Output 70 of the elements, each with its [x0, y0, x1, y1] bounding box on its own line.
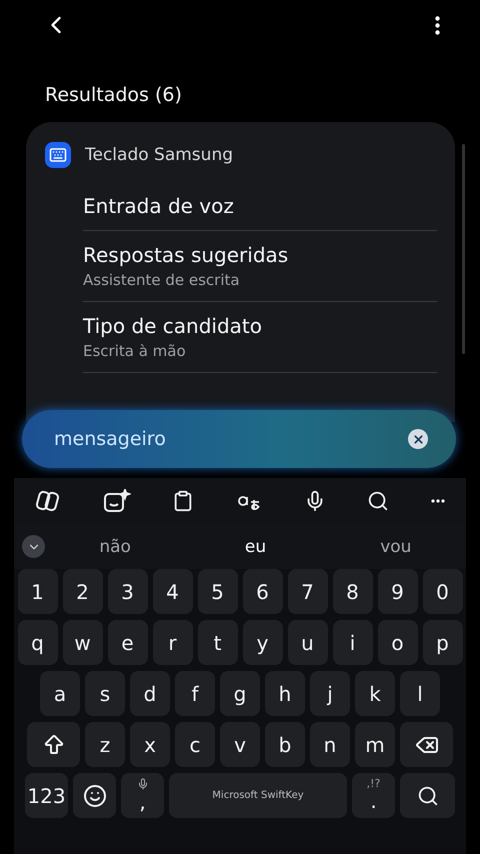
key[interactable]: o: [378, 620, 418, 665]
key[interactable]: l: [400, 671, 440, 716]
key[interactable]: w: [62, 620, 102, 665]
key[interactable]: v: [220, 722, 260, 767]
collapse-button[interactable]: [22, 535, 45, 558]
sparkle-face-icon: [102, 489, 131, 513]
key[interactable]: c: [175, 722, 215, 767]
key[interactable]: g: [220, 671, 260, 716]
key[interactable]: j: [310, 671, 350, 716]
key[interactable]: 2: [62, 569, 102, 614]
key[interactable]: r: [152, 620, 192, 665]
key[interactable]: 9: [378, 569, 418, 614]
close-icon: [412, 432, 424, 446]
more-options-button[interactable]: [435, 16, 440, 34]
search-icon: [416, 784, 438, 806]
space-key[interactable]: Microsoft SwiftKey: [169, 773, 347, 818]
search-input[interactable]: mensageiro: [52, 427, 408, 451]
key[interactable]: 6: [242, 569, 282, 614]
more-icon: [431, 499, 446, 503]
key[interactable]: q: [18, 620, 58, 665]
key[interactable]: b: [265, 722, 305, 767]
key[interactable]: n: [310, 722, 350, 767]
search-key[interactable]: [400, 773, 455, 818]
backspace-key[interactable]: [400, 722, 453, 767]
word-suggestion[interactable]: não: [45, 536, 186, 558]
key[interactable]: d: [130, 671, 170, 716]
key[interactable]: a: [40, 671, 80, 716]
key[interactable]: x: [130, 722, 170, 767]
mic-icon: [136, 778, 148, 790]
key[interactable]: e: [108, 620, 148, 665]
copilot-button[interactable]: [34, 489, 61, 513]
key[interactable]: u: [288, 620, 328, 665]
shift-key[interactable]: [27, 722, 80, 767]
comma-key[interactable]: ,: [121, 773, 164, 818]
key[interactable]: 0: [422, 569, 462, 614]
key[interactable]: 7: [288, 569, 328, 614]
key[interactable]: z: [85, 722, 125, 767]
search-field[interactable]: mensageiro: [22, 410, 456, 468]
period-key[interactable]: ,!? .: [352, 773, 395, 818]
key[interactable]: h: [265, 671, 305, 716]
keyboard-app-icon: [45, 142, 71, 168]
key[interactable]: m: [355, 722, 395, 767]
key[interactable]: 8: [332, 569, 372, 614]
key[interactable]: p: [422, 620, 462, 665]
results-title: Resultados (6): [45, 84, 183, 106]
key[interactable]: y: [242, 620, 282, 665]
clear-button[interactable]: [408, 429, 428, 449]
more-button[interactable]: [431, 499, 446, 503]
smiley-icon: [82, 784, 106, 808]
result-item[interactable]: Entrada de voz: [83, 182, 437, 231]
clipboard-button[interactable]: [172, 490, 194, 512]
sticker-button[interactable]: [102, 489, 131, 513]
key[interactable]: s: [85, 671, 125, 716]
key[interactable]: k: [355, 671, 395, 716]
emoji-key[interactable]: [73, 773, 116, 818]
key[interactable]: 3: [108, 569, 148, 614]
more-icon: [435, 16, 440, 34]
key[interactable]: i: [332, 620, 372, 665]
key[interactable]: f: [175, 671, 215, 716]
app-name: Teclado Samsung: [85, 145, 234, 165]
key[interactable]: 5: [198, 569, 238, 614]
search-button[interactable]: [367, 490, 390, 512]
key[interactable]: 4: [152, 569, 192, 614]
word-suggestion[interactable]: vou: [326, 536, 466, 558]
word-suggestion[interactable]: eu: [185, 536, 326, 558]
key[interactable]: t: [198, 620, 238, 665]
key[interactable]: 1: [18, 569, 58, 614]
result-item[interactable]: Tipo de candidato Escrita à mão: [83, 302, 437, 373]
result-item[interactable]: Respostas sugeridas Assistente de escrita: [83, 231, 437, 302]
numbers-key[interactable]: 123: [25, 773, 68, 818]
